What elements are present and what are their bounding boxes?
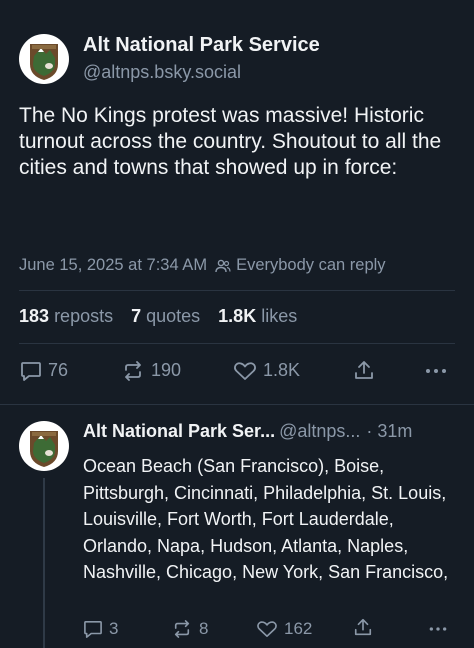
reply-actions: 3 8 162 xyxy=(0,617,474,643)
more-icon xyxy=(429,627,447,631)
like-button[interactable]: 1.8K xyxy=(233,360,300,381)
post-actions: 76 190 1.8K xyxy=(0,358,474,388)
author-name[interactable]: Alt National Park Service xyxy=(83,34,320,57)
likes-label: likes xyxy=(261,306,298,326)
quotes-stat[interactable]: 7 quotes xyxy=(131,306,200,327)
more-button[interactable] xyxy=(424,368,448,374)
author-handle[interactable]: @altnps.bsky.social xyxy=(83,62,241,83)
reply-count: 3 xyxy=(109,619,119,638)
likes-count: 1.8K xyxy=(218,306,257,326)
more-icon xyxy=(426,369,446,373)
like-count: 1.8K xyxy=(263,360,301,380)
repost-icon xyxy=(174,620,190,638)
reposts-count: 183 xyxy=(19,306,50,326)
divider xyxy=(19,343,455,344)
repost-button[interactable]: 8 xyxy=(171,619,208,639)
reposts-label: reposts xyxy=(54,306,114,326)
reply-text: Ocean Beach (San Francisco), Boise, Pitt… xyxy=(83,456,449,582)
like-count: 162 xyxy=(284,619,313,638)
reply-author-name[interactable]: Alt National Park Ser... xyxy=(83,421,275,441)
share-icon xyxy=(354,618,372,636)
share-icon xyxy=(355,361,373,379)
reply-avatar[interactable] xyxy=(19,421,69,471)
repost-icon xyxy=(125,360,141,381)
avatar-logo xyxy=(30,44,58,80)
repost-count: 190 xyxy=(151,360,182,380)
reposts-stat[interactable]: 183 reposts xyxy=(19,306,113,327)
reply-icon xyxy=(21,361,41,381)
avatar-logo xyxy=(30,431,58,467)
like-icon xyxy=(234,361,256,380)
avatar[interactable] xyxy=(19,34,69,84)
reply-button[interactable]: 76 xyxy=(20,360,68,381)
post-separator xyxy=(0,404,474,405)
reply-setting[interactable]: Everybody can reply xyxy=(215,256,386,275)
post-timestamp[interactable]: June 15, 2025 at 7:34 AM xyxy=(19,256,207,275)
repost-count: 8 xyxy=(199,619,209,638)
people-icon xyxy=(215,259,231,272)
reply-age[interactable]: · 31m xyxy=(366,421,412,441)
reply-count: 76 xyxy=(48,360,69,380)
share-button[interactable] xyxy=(353,617,373,637)
reply-button[interactable]: 3 xyxy=(83,619,118,639)
divider xyxy=(19,290,455,291)
post-stats: 183 reposts 7 quotes 1.8K likes xyxy=(19,306,297,327)
quotes-label: quotes xyxy=(146,306,201,326)
share-button[interactable] xyxy=(353,359,375,381)
reply-icon xyxy=(84,620,102,638)
repost-button[interactable]: 190 xyxy=(121,360,181,381)
like-icon xyxy=(257,621,277,638)
more-button[interactable] xyxy=(428,626,448,632)
post-meta: June 15, 2025 at 7:34 AM Everybody can r… xyxy=(19,256,386,275)
likes-stat[interactable]: 1.8K likes xyxy=(218,306,297,327)
reply-header: Alt National Park Ser... @altnps... · 31m xyxy=(83,421,412,442)
reply-author-handle[interactable]: @altnps... xyxy=(279,421,360,441)
post-text: The No Kings protest was massive! Histor… xyxy=(19,104,442,179)
like-button[interactable]: 162 xyxy=(256,619,312,639)
quotes-count: 7 xyxy=(131,306,142,326)
reply-setting-label: Everybody can reply xyxy=(236,256,386,274)
